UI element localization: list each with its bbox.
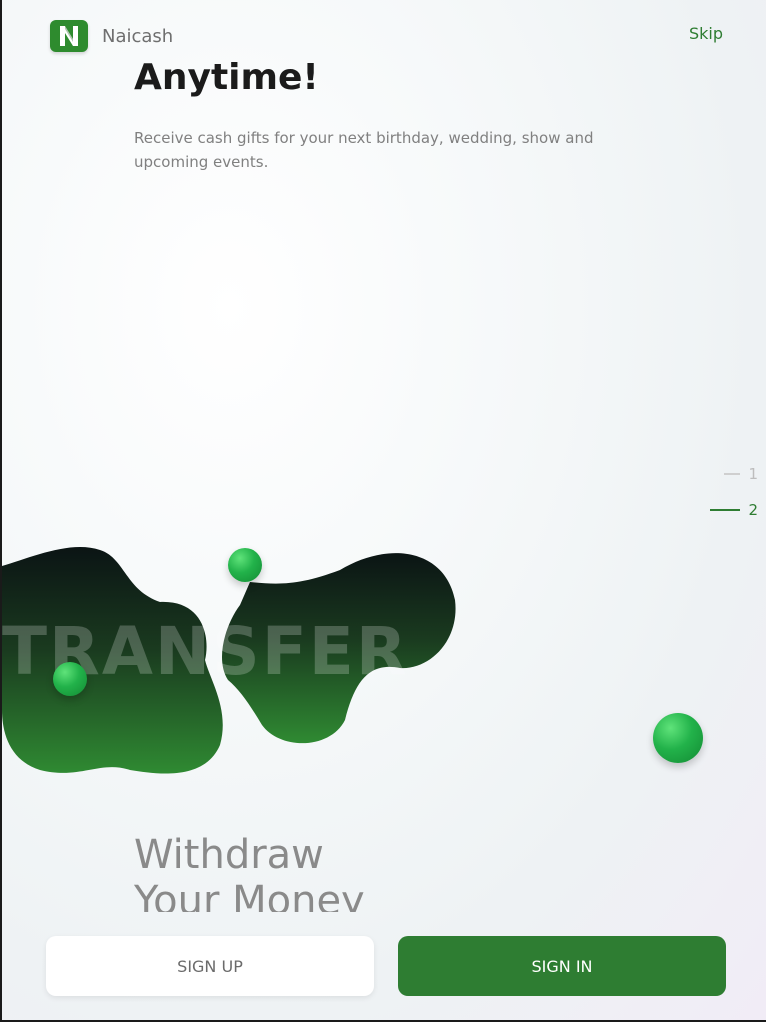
slide-pager: 1 2 xyxy=(710,462,758,534)
slide-headline: Anytime! xyxy=(134,57,319,98)
green-ball-decoration xyxy=(653,713,703,763)
green-ball-decoration xyxy=(53,662,87,696)
app-name: Naicash xyxy=(102,25,174,47)
pager-item-2[interactable]: 2 xyxy=(710,498,758,522)
next-slide-title-line2: Your Money xyxy=(134,878,365,912)
next-slide-title-line1: Withdraw xyxy=(134,832,324,878)
app-header: Naicash xyxy=(50,20,173,52)
pager-line xyxy=(710,509,741,511)
pager-item-1[interactable]: 1 xyxy=(710,462,758,486)
next-slide-title: Withdraw Your Money xyxy=(134,832,365,912)
frame-border-left xyxy=(0,0,2,1022)
sign-in-button[interactable]: SIGN IN xyxy=(398,936,726,996)
skip-button[interactable]: Skip xyxy=(689,24,723,43)
n-logo-icon xyxy=(50,20,88,52)
pager-number: 2 xyxy=(748,501,758,519)
green-ball-decoration xyxy=(228,548,262,582)
slide-subtitle: Receive cash gifts for your next birthda… xyxy=(134,129,594,171)
sign-up-button[interactable]: SIGN UP xyxy=(46,936,374,996)
pager-number: 1 xyxy=(748,465,758,483)
pager-line xyxy=(724,473,741,475)
